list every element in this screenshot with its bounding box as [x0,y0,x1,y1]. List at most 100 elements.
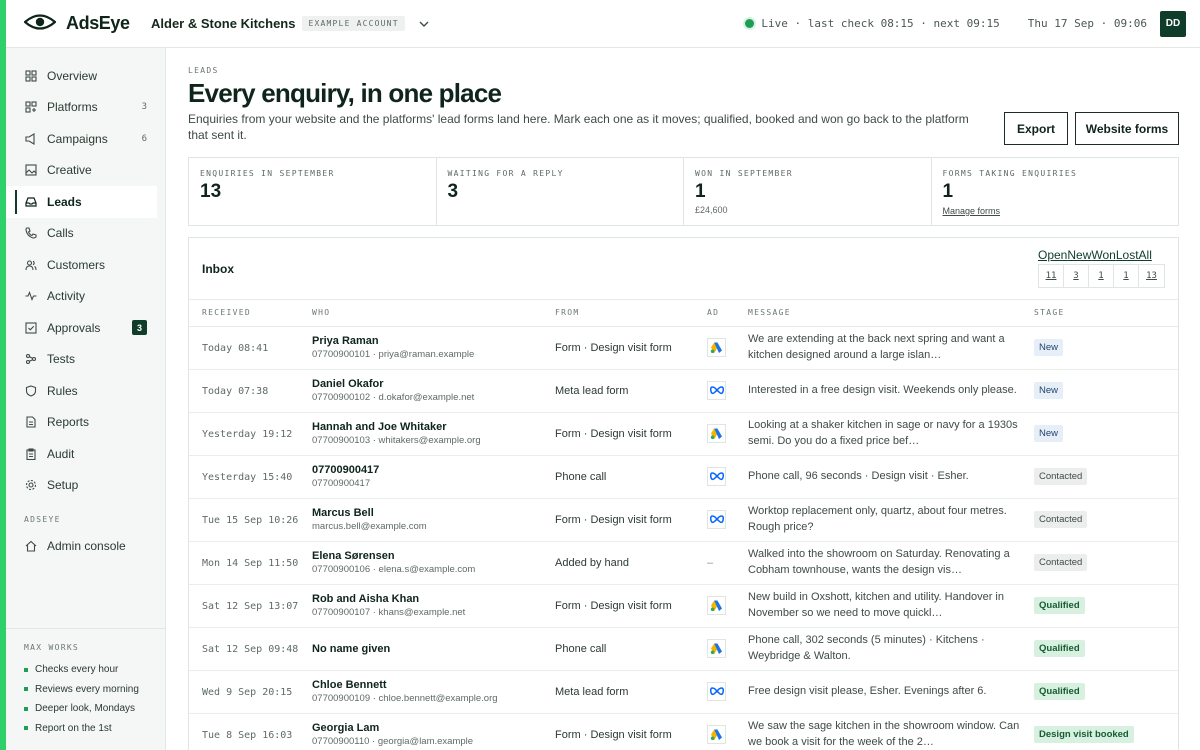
sidebar-item-setup[interactable]: Setup [6,470,157,502]
user-avatar[interactable]: DD [1160,10,1186,37]
sidebar-item-creative[interactable]: Creative [6,155,157,187]
sidebar-item-calls[interactable]: Calls [6,218,157,250]
campaigns-count: 6 [141,133,147,144]
table-header-row: RECEIVED WHO FROM AD MESSAGE STAGE [189,300,1178,327]
column-header-ad[interactable]: AD [707,300,748,327]
filter-open-count[interactable]: 11 [1039,265,1064,287]
lead-contact: 07700900107 · khans@example.net [312,607,466,618]
sidebar-item-leads[interactable]: Leads [6,186,157,218]
filter-new[interactable]: New [1067,248,1091,262]
filter-all-count[interactable]: 13 [1139,265,1164,287]
leads-table: RECEIVED WHO FROM AD MESSAGE STAGE Today… [189,300,1178,750]
lead-received: Wed 9 Sep 20:15 [202,686,293,698]
stage-badge[interactable]: Contacted [1034,468,1088,485]
users-icon [24,258,38,272]
lead-source: Form · Design visit form [555,326,707,370]
inbox-panel: Inbox Open New Won Lost All 11 3 1 1 13 [188,237,1179,750]
adseye-section-label: ADSEYE [24,515,61,524]
lead-contact: 07700900101 · priya@raman.example [312,349,475,360]
brand[interactable]: AdsEye [6,13,144,34]
column-header-from[interactable]: FROM [555,300,707,327]
sidebar-item-label: Rules [47,383,78,398]
lead-message: Worktop replacement only, quartz, about … [748,505,1007,533]
table-row[interactable]: Tue 8 Sep 16:03 Georgia Lam 07700900110 · … [189,713,1178,750]
lead-source: Phone call [555,627,707,671]
stat-label: FORMS TAKING ENQUIRIES [942,169,1078,178]
sidebar-item-admin-console[interactable]: Admin console [6,530,157,562]
stage-badge[interactable]: New [1034,339,1064,356]
account-name: Alder & Stone Kitchens [151,16,296,31]
stage-badge[interactable]: New [1034,382,1064,399]
gear-icon [24,478,38,492]
manage-forms-link[interactable]: Manage forms [943,206,1001,216]
sidebar-item-reports[interactable]: Reports [6,407,157,439]
phone-icon [24,226,38,240]
sidebar-item-label: Overview [47,68,98,83]
filter-all[interactable]: All [1139,248,1152,262]
table-row[interactable]: Sat 12 Sep 13:07 Rob and Aisha Khan 077009… [189,584,1178,628]
approvals-count-badge: 3 [132,320,147,336]
export-button[interactable]: Export [1004,112,1068,145]
chevron-down-icon[interactable] [416,16,432,32]
sidebar-item-label: Leads [47,194,82,209]
lead-source: Form · Design visit form [555,713,707,750]
filter-won[interactable]: Won [1091,248,1115,262]
current-datetime: Thu 17 Sep · 09:06 [1027,17,1147,30]
column-header-message[interactable]: MESSAGE [748,300,1034,327]
lead-message: New build in Oxshott, kitchen and utilit… [748,591,1004,619]
stage-badge[interactable]: Contacted [1034,511,1088,528]
sidebar-item-overview[interactable]: Overview [6,60,157,92]
filter-won-count[interactable]: 1 [1089,265,1114,287]
column-header-who[interactable]: WHO [312,300,555,327]
sidebar-item-label: Campaigns [47,131,108,146]
max-works-panel: MAX WORKS Checks every hour Reviews ever… [6,628,166,750]
column-header-received[interactable]: RECEIVED [189,300,312,327]
lead-received: Today 08:41 [202,342,269,354]
lead-name: 07700900417 [312,464,380,476]
table-row[interactable]: Yesterday 19:12 Hannah and Joe Whitaker 07… [189,412,1178,456]
filter-lost-count[interactable]: 1 [1114,265,1139,287]
stage-badge[interactable]: Qualified [1034,597,1085,614]
sidebar-item-campaigns[interactable]: Campaigns 6 [6,123,157,155]
stage-badge[interactable]: New [1034,425,1064,442]
table-row[interactable]: Mon 14 Sep 11:50 Elena Sørensen 0770090010… [189,541,1178,585]
inbox-icon [24,195,38,209]
lead-message: Phone call, 96 seconds · Design visit · … [748,469,969,482]
table-row[interactable]: Today 08:41 Priya Raman 07700900101 · priy… [189,326,1178,370]
stat-value: 3 [447,181,459,202]
stage-badge[interactable]: Qualified [1034,683,1085,700]
website-forms-button[interactable]: Website forms [1075,112,1179,145]
bullet-square-icon [24,706,28,711]
inbox-title: Inbox [202,261,234,276]
sidebar-item-tests[interactable]: Tests [6,344,157,376]
table-row[interactable]: Sat 12 Sep 09:48 No name given Phone call P… [189,627,1178,671]
filter-new-count[interactable]: 3 [1064,265,1089,287]
campaigns-icon [24,132,38,146]
sidebar-item-audit[interactable]: Audit [6,438,157,470]
stage-badge[interactable]: Qualified [1034,640,1085,657]
stat-label: ENQUIRIES IN SEPTEMBER [200,169,335,178]
filter-open[interactable]: Open [1038,248,1067,262]
stage-badge[interactable]: Design visit booked [1034,726,1134,743]
lead-received: Sat 12 Sep 13:07 [202,600,299,612]
stage-badge[interactable]: Contacted [1034,554,1088,571]
column-header-stage[interactable]: STAGE [1034,300,1178,327]
max-works-item: Checks every hour [24,660,166,680]
filter-lost[interactable]: Lost [1116,248,1139,262]
sidebar-item-activity[interactable]: Activity [6,281,157,313]
lead-received: Sat 12 Sep 09:48 [202,643,299,655]
sidebar-item-platforms[interactable]: Platforms 3 [6,92,157,124]
sidebar-item-customers[interactable]: Customers [6,249,157,281]
sidebar-item-rules[interactable]: Rules [6,375,157,407]
sidebar-item-approvals[interactable]: Approvals 3 [6,312,157,344]
max-works-item: Report on the 1st [24,719,166,739]
table-row[interactable]: Yesterday 15:40 07700900417 07700900417 Pho… [189,455,1178,499]
grid-icon [24,69,38,83]
max-works-item: Deeper look, Mondays [24,699,166,719]
table-row[interactable]: Tue 15 Sep 10:26 Marcus Bell marcus.bell@e… [189,498,1178,542]
account-switcher[interactable]: Alder & Stone Kitchens EXAMPLE ACCOUNT [151,16,432,32]
stat-label: WAITING FOR A REPLY [447,169,564,178]
table-row[interactable]: Today 07:38 Daniel Okafor 07700900102 · d.… [189,369,1178,413]
lead-received: Today 07:38 [202,385,269,397]
table-row[interactable]: Wed 9 Sep 20:15 Chloe Bennett 07700900109 … [189,670,1178,714]
